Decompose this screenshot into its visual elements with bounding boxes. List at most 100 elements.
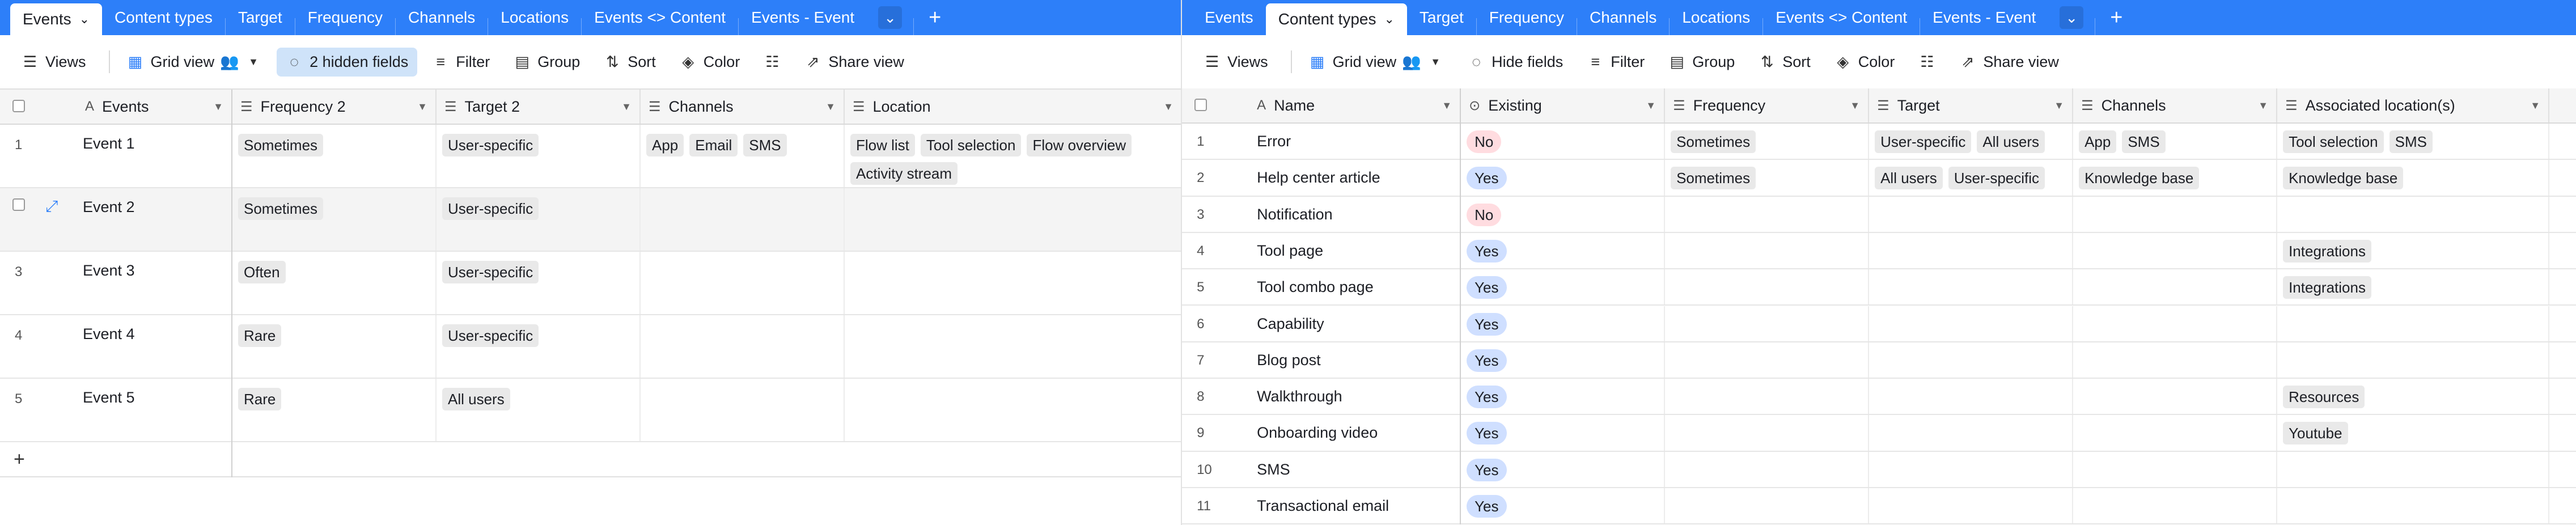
views-button[interactable]: ☰ Views bbox=[1194, 48, 1277, 77]
locations-cell[interactable]: Integrations bbox=[2277, 232, 2550, 269]
caret-down-icon[interactable]: ▼ bbox=[1442, 100, 1452, 112]
existing-cell[interactable]: No bbox=[1461, 124, 1666, 159]
channels-cell[interactable] bbox=[2073, 451, 2278, 487]
locations-cell[interactable] bbox=[2277, 488, 2550, 524]
more-tables-button[interactable]: ⌄ bbox=[2048, 0, 2095, 35]
location-cell[interactable] bbox=[845, 315, 1181, 378]
locations-cell[interactable]: Integrations bbox=[2277, 269, 2550, 305]
existing-cell[interactable]: No bbox=[1461, 196, 1666, 232]
target-cell[interactable] bbox=[1869, 269, 2074, 305]
frequency-cell[interactable] bbox=[1665, 306, 1870, 341]
target-cell[interactable]: All users bbox=[437, 379, 641, 441]
existing-cell[interactable]: Yes bbox=[1461, 488, 1666, 524]
existing-cell[interactable]: Yes bbox=[1461, 160, 1666, 196]
frequency-cell[interactable] bbox=[1665, 451, 1870, 487]
location-cell[interactable]: Flow list Tool selection Flow overview Acti… bbox=[845, 125, 1181, 187]
target-cell[interactable]: All users User-specific bbox=[1869, 160, 2074, 196]
column-header-events[interactable]: A Events ▼ bbox=[77, 90, 232, 124]
primary-cell[interactable]: Walkthrough bbox=[1249, 379, 1461, 414]
more-tables-button[interactable]: ⌄ bbox=[867, 0, 913, 35]
caret-down-icon[interactable]: ▼ bbox=[1163, 101, 1173, 113]
add-table-button[interactable]: + bbox=[914, 0, 956, 35]
target-cell[interactable] bbox=[1869, 342, 2074, 378]
frequency-cell[interactable]: Rare bbox=[232, 379, 437, 441]
primary-cell[interactable]: Help center article bbox=[1249, 160, 1461, 196]
frequency-cell[interactable] bbox=[1665, 415, 1870, 451]
column-header-location[interactable]: ☰ Location ▼ bbox=[845, 90, 1181, 124]
channels-cell[interactable] bbox=[641, 252, 845, 314]
target-cell[interactable] bbox=[1869, 232, 2074, 269]
existing-cell[interactable]: Yes bbox=[1461, 232, 1666, 269]
tab-content-types[interactable]: Content types ⌄ bbox=[1265, 3, 1407, 35]
target-cell[interactable]: User-specific bbox=[437, 125, 641, 187]
table-row[interactable]: 2 Help center article Yes Sometimes All user… bbox=[1182, 160, 2576, 197]
caret-down-icon[interactable]: ▼ bbox=[2530, 100, 2540, 112]
select-all-checkbox[interactable] bbox=[12, 100, 25, 112]
tab-frequency[interactable]: Frequency bbox=[295, 0, 395, 35]
target-cell[interactable]: User-specific All users bbox=[1869, 124, 2074, 159]
location-cell[interactable] bbox=[845, 379, 1181, 441]
frequency-cell[interactable]: Rare bbox=[232, 315, 437, 378]
row-height-button[interactable]: ☷ bbox=[1909, 48, 1944, 76]
target-cell[interactable] bbox=[1869, 415, 2074, 451]
locations-cell[interactable]: Knowledge base bbox=[2277, 160, 2550, 196]
select-all-checkbox[interactable] bbox=[1194, 99, 1208, 111]
channels-cell[interactable]: App Email SMS bbox=[641, 125, 845, 187]
frequency-cell[interactable] bbox=[1665, 269, 1870, 305]
primary-cell[interactable]: SMS bbox=[1249, 451, 1461, 487]
primary-cell[interactable]: Error bbox=[1249, 124, 1461, 159]
existing-cell[interactable]: Yes bbox=[1461, 379, 1666, 414]
caret-down-icon[interactable]: ▼ bbox=[1850, 100, 1860, 112]
frequency-cell[interactable]: Sometimes bbox=[232, 125, 437, 187]
target-cell[interactable]: User-specific bbox=[437, 188, 641, 251]
locations-cell[interactable] bbox=[2277, 196, 2550, 232]
primary-cell[interactable]: Notification bbox=[1249, 196, 1461, 232]
frequency-cell[interactable]: Sometimes bbox=[232, 188, 437, 251]
channels-cell[interactable]: Knowledge base bbox=[2073, 160, 2278, 196]
filter-button[interactable]: ≡ Filter bbox=[423, 48, 499, 77]
target-cell[interactable]: User-specific bbox=[437, 315, 641, 378]
grid-view-button[interactable]: ▦ Grid view 👥 ▼ bbox=[118, 48, 272, 77]
color-button[interactable]: ◈ Color bbox=[1825, 48, 1904, 77]
locations-cell[interactable] bbox=[2277, 342, 2550, 378]
primary-cell[interactable]: Event 2 bbox=[77, 188, 232, 251]
tab-locations[interactable]: Locations bbox=[488, 0, 581, 35]
table-row[interactable]: 9 Onboarding video Yes Youtube bbox=[1182, 415, 2576, 452]
primary-cell[interactable]: Event 4 bbox=[77, 315, 232, 378]
table-row[interactable]: 1 Event 1 Sometimes User-specific App Email SM… bbox=[0, 125, 1181, 188]
add-table-button[interactable]: + bbox=[2095, 0, 2137, 35]
channels-cell[interactable] bbox=[641, 188, 845, 251]
tab-events-content[interactable]: Events <> Content bbox=[1763, 0, 1920, 35]
frequency-cell[interactable] bbox=[1665, 379, 1870, 414]
existing-cell[interactable]: Yes bbox=[1461, 269, 1666, 305]
share-view-button[interactable]: ⇗ Share view bbox=[795, 48, 913, 77]
sort-button[interactable]: ⇅ Sort bbox=[1749, 48, 1820, 77]
caret-down-icon[interactable]: ▼ bbox=[417, 101, 427, 113]
tab-events[interactable]: Events ⌄ bbox=[10, 3, 103, 35]
add-record-button[interactable]: + bbox=[0, 442, 1181, 477]
column-header-channels[interactable]: ☰ Channels ▼ bbox=[2073, 88, 2278, 122]
target-cell[interactable] bbox=[1869, 379, 2074, 414]
column-header-target[interactable]: ☰ Target ▼ bbox=[1869, 88, 2074, 122]
caret-down-icon[interactable]: ▼ bbox=[213, 101, 223, 113]
frequency-cell[interactable]: Often bbox=[232, 252, 437, 314]
table-row[interactable]: 4 Event 4 Rare User-specific bbox=[0, 315, 1181, 379]
table-row[interactable]: 5 Tool combo page Yes Integrations bbox=[1182, 269, 2576, 306]
caret-down-icon[interactable]: ▼ bbox=[2258, 100, 2268, 112]
table-row[interactable]: 8 Walkthrough Yes Resources bbox=[1182, 379, 2576, 416]
column-header-frequency[interactable]: ☰ Frequency ▼ bbox=[1665, 88, 1870, 122]
channels-cell[interactable] bbox=[2073, 379, 2278, 414]
share-view-button[interactable]: ⇗ Share view bbox=[1950, 48, 2068, 77]
table-row[interactable]: 7 Blog post Yes bbox=[1182, 342, 2576, 379]
channels-cell[interactable] bbox=[2073, 232, 2278, 269]
sort-button[interactable]: ⇅ Sort bbox=[595, 48, 665, 77]
row-checkbox[interactable] bbox=[12, 198, 25, 211]
channels-cell[interactable] bbox=[2073, 196, 2278, 232]
channels-cell[interactable] bbox=[2073, 306, 2278, 341]
locations-cell[interactable]: Youtube bbox=[2277, 415, 2550, 451]
expand-row-icon[interactable]: ⤢ bbox=[45, 197, 58, 216]
frequency-cell[interactable] bbox=[1665, 488, 1870, 524]
channels-cell[interactable] bbox=[2073, 269, 2278, 305]
group-button[interactable]: ▤ Group bbox=[505, 48, 589, 77]
tab-content-types[interactable]: Content types bbox=[102, 0, 225, 35]
